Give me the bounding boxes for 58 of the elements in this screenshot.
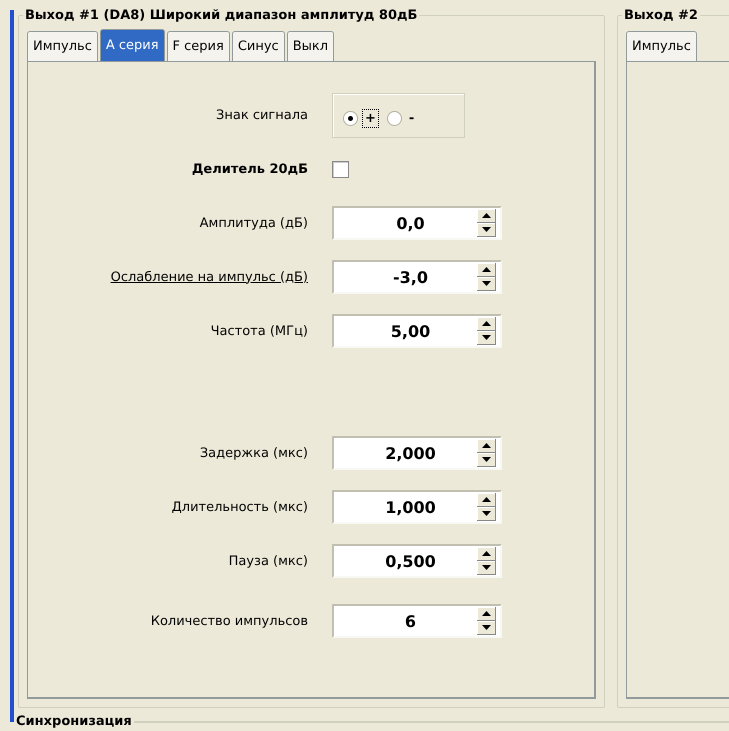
checkbox[interactable] bbox=[332, 160, 349, 178]
tab[interactable]: Синус bbox=[232, 31, 285, 61]
tab[interactable]: Импульс bbox=[27, 31, 98, 61]
caret-up-icon bbox=[482, 321, 490, 326]
spin-down-button[interactable] bbox=[477, 277, 496, 291]
spin-down-button[interactable] bbox=[477, 561, 496, 575]
tab[interactable]: F серия bbox=[166, 31, 230, 61]
field-label: Ослабление на импульс (дБ) bbox=[110, 270, 308, 284]
spin-down-button[interactable] bbox=[477, 507, 496, 521]
field-label: Длительность (мкс) bbox=[170, 500, 308, 514]
field-label: Пауза (мкс) bbox=[228, 554, 308, 568]
radio-label: + bbox=[362, 108, 379, 128]
spin-up-button[interactable] bbox=[477, 263, 496, 277]
spin-up-button[interactable] bbox=[477, 547, 496, 561]
spin-up-button[interactable] bbox=[477, 209, 496, 223]
number-field[interactable]: 0,500 bbox=[332, 544, 502, 578]
caret-up-icon bbox=[482, 267, 490, 272]
tab[interactable]: Импульс bbox=[626, 31, 697, 61]
spin-up-button[interactable] bbox=[477, 493, 496, 507]
spin-up-button[interactable] bbox=[477, 317, 496, 331]
spin-down-button[interactable] bbox=[477, 331, 496, 345]
caret-up-icon bbox=[482, 611, 490, 616]
radio-label: - bbox=[408, 110, 416, 128]
tab[interactable]: Выкл bbox=[286, 31, 334, 61]
field-label: Задержка (мкс) bbox=[198, 446, 308, 460]
caret-down-icon bbox=[482, 335, 490, 340]
caret-down-icon bbox=[482, 457, 490, 462]
number-field[interactable]: 0,0 bbox=[332, 206, 502, 240]
tab[interactable]: А серия bbox=[100, 29, 165, 61]
caret-down-icon bbox=[482, 227, 490, 232]
group-title: Выход #1 (DA8) Широкий диапазон амплитуд 80дБ bbox=[24, 8, 418, 23]
field-label: Амплитуда (дБ) bbox=[198, 216, 308, 230]
spin-down-button[interactable] bbox=[477, 621, 496, 635]
number-field[interactable]: 5,00 bbox=[332, 314, 502, 348]
caret-up-icon bbox=[482, 497, 490, 502]
number-field[interactable]: -3,0 bbox=[332, 260, 502, 294]
number-field[interactable]: 6 bbox=[332, 604, 502, 638]
field-label: Частота (МГц) bbox=[210, 324, 308, 338]
spin-down-button[interactable] bbox=[477, 223, 496, 237]
caret-up-icon bbox=[482, 551, 490, 556]
caret-down-icon bbox=[482, 281, 490, 286]
spin-up-button[interactable] bbox=[477, 439, 496, 453]
number-field[interactable]: 2,000 bbox=[332, 436, 502, 470]
caret-up-icon bbox=[482, 443, 490, 448]
field-label: Знак сигнала bbox=[215, 108, 308, 122]
radio-button[interactable] bbox=[343, 110, 358, 126]
group-title: Синхронизация bbox=[15, 714, 133, 729]
spin-down-button[interactable] bbox=[477, 453, 496, 467]
group-title: Выход #2 bbox=[623, 8, 699, 23]
field-label: Количество импульсов bbox=[150, 614, 308, 628]
field-label: Делитель 20дБ bbox=[190, 162, 308, 176]
caret-down-icon bbox=[482, 511, 490, 516]
caret-down-icon bbox=[482, 625, 490, 630]
radio-button[interactable] bbox=[386, 110, 402, 126]
caret-up-icon bbox=[482, 213, 490, 218]
number-field[interactable]: 1,000 bbox=[332, 490, 502, 524]
spin-up-button[interactable] bbox=[477, 607, 496, 621]
caret-down-icon bbox=[482, 565, 490, 570]
